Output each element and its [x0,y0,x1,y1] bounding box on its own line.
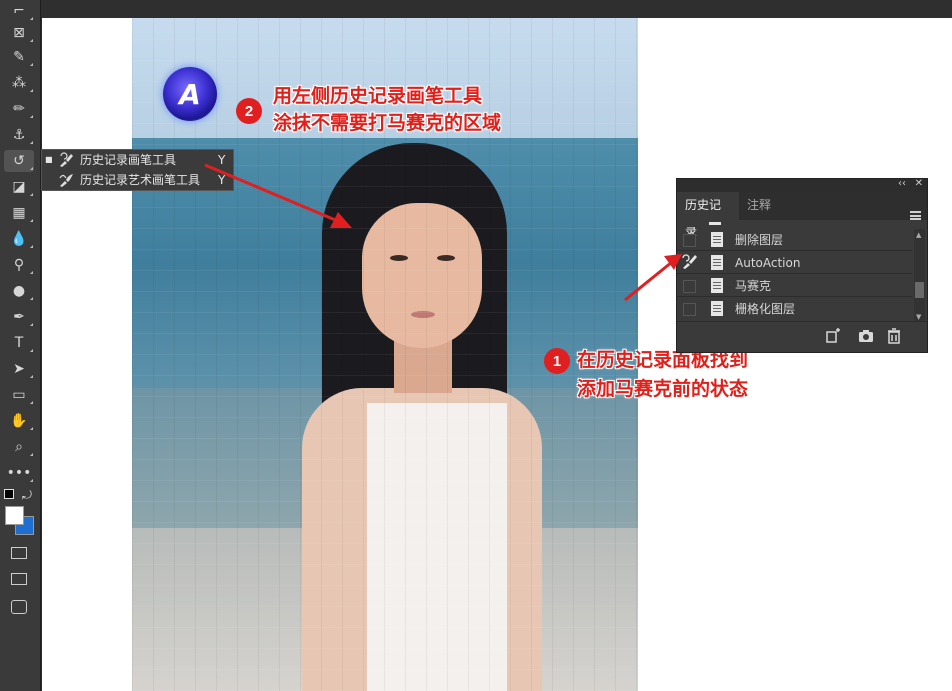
panel-footer [677,321,927,352]
step-2-badge: 2 [236,98,262,124]
screen-mode-icon[interactable] [11,573,27,585]
step-2-line-2: 涂抹不需要打马赛克的区域 [273,112,502,134]
history-scrollbar[interactable]: ▲ ▼ [914,229,925,321]
tool-group-corner-icon [30,245,33,248]
gradient-tool-icon[interactable]: ▦ [4,202,34,224]
tool-group-corner-icon [30,193,33,196]
history-state-icon [711,301,723,316]
tool-group-corner-icon [30,141,33,144]
tool-group-corner-icon [30,323,33,326]
scroll-down-icon[interactable]: ▼ [916,313,921,321]
flyout-item-label: 历史记录画笔工具 [80,153,177,167]
flyout-shortcut: Y [218,173,226,187]
tool-group-corner-icon [30,349,33,352]
tool-group-corner-icon [30,401,33,404]
dodge-tool-icon[interactable]: ● [4,280,34,302]
spot-healing-tool-icon[interactable]: ⁂ [4,72,34,94]
tool-group-corner-icon [30,167,33,170]
tool-group-corner-icon [30,297,33,300]
scrollbar-thumb[interactable] [915,282,924,298]
quick-mask-icon[interactable] [11,547,27,559]
history-source-checkbox[interactable] [683,303,696,316]
sponge-tool-icon[interactable]: ⚲ [4,254,34,276]
tools-panel: ⌐ ⊠ ✎ ⁂ ✏ ⚓ ↺ ◪ ▦ 💧 ⚲ ● ✒ T ➤ ▭ ✋ ⌕ ••• ⤾ [0,0,41,691]
new-document-from-state-icon[interactable] [825,327,843,345]
step-2-line-1: 用左侧历史记录画笔工具 [273,85,483,107]
flyout-item-history-brush[interactable]: ■ 历史记录画笔工具 Y [42,150,232,170]
path-selection-tool-icon[interactable]: ➤ [4,358,34,380]
crop-tool-icon[interactable]: ⌐ [4,0,34,22]
pen-tool-icon[interactable]: ✒ [4,306,34,328]
brand-logo: A [163,67,217,121]
rectangle-tool-icon[interactable]: ▭ [4,384,34,406]
clone-stamp-tool-icon[interactable]: ⚓ [4,124,34,146]
default-colors-icon[interactable] [4,489,14,499]
history-state-row[interactable]: AutoAction [677,252,912,274]
brush-tool-icon[interactable]: ✏ [4,98,34,120]
frame-tool-icon[interactable]: ⊠ [4,22,34,44]
flyout-item-art-history-brush[interactable]: 历史记录艺术画笔工具 Y [42,170,232,190]
history-state-icon [711,232,723,247]
hand-tool-icon[interactable]: ✋ [4,410,34,432]
history-state-row[interactable]: 栅格化图层 [677,298,912,320]
history-source-checkbox[interactable] [683,234,696,247]
new-snapshot-camera-icon[interactable] [857,327,875,345]
zoom-tool-icon[interactable]: ⌕ [4,436,34,458]
history-state-label: 栅格化图层 [735,302,796,316]
tool-group-corner-icon [30,219,33,222]
tool-group-corner-icon [30,17,33,20]
scroll-up-icon[interactable]: ▲ [916,231,921,239]
history-panel: ‹‹ ✕ 历史记录 注释 删除图层 AutoAction 马赛克 栅格化图层 ▲… [676,178,928,353]
collapse-panel-icon[interactable]: ‹‹ [898,178,906,189]
history-state-label: 删除图层 [735,233,784,247]
selected-dot-icon: ■ [45,155,53,164]
tool-group-corner-icon [30,115,33,118]
history-state-icon [711,255,723,270]
history-state-icon [711,278,723,293]
flyout-item-label: 历史记录艺术画笔工具 [80,173,201,187]
history-brush-tool-icon[interactable]: ↺ [4,150,34,172]
tool-group-corner-icon [30,453,33,456]
eyedropper-tool-icon[interactable]: ✎ [4,46,34,68]
tool-group-corner-icon [30,375,33,378]
step-1-badge: 1 [544,348,570,374]
history-source-checkbox[interactable] [683,280,696,293]
eraser-tool-icon[interactable]: ◪ [4,176,34,198]
close-panel-icon[interactable]: ✕ [915,178,923,189]
foreground-color-swatch[interactable] [5,506,24,525]
history-brush-source-icon[interactable] [680,253,698,271]
step-1-line-2: 添加马赛克前的状态 [577,378,749,400]
tab-notes[interactable]: 注释 [739,192,779,220]
flyout-shortcut: Y [218,153,226,167]
tool-group-corner-icon [30,63,33,66]
more-tools-icon[interactable]: ••• [4,462,34,484]
delete-state-trash-icon[interactable] [885,327,903,345]
tool-group-corner-icon [30,479,33,482]
swap-colors-icon[interactable]: ⤾ [22,488,32,503]
art-history-brush-icon [59,174,73,187]
document-tab-strip [41,0,952,18]
tool-group-corner-icon [30,39,33,42]
type-tool-icon[interactable]: T [4,332,34,354]
tab-history[interactable]: 历史记录 [677,192,739,238]
history-state-label: AutoAction [735,256,801,270]
history-brush-flyout-menu: ■ 历史记录画笔工具 Y 历史记录艺术画笔工具 Y [41,149,234,191]
panel-tabs: 历史记录 注释 [677,192,927,238]
history-state-row[interactable]: 马赛克 [677,275,912,297]
panel-title-bar[interactable]: ‹‹ ✕ [677,178,927,192]
blur-tool-icon[interactable]: 💧 [4,228,34,250]
tool-group-corner-icon [30,271,33,274]
history-state-row[interactable]: 删除图层 [677,229,912,251]
history-state-label: 马赛克 [735,279,772,293]
edit-toolbar-icon[interactable] [11,600,27,614]
tool-group-corner-icon [30,89,33,92]
panel-menu-icon[interactable] [910,211,921,220]
history-brush-icon [60,152,73,167]
tool-group-corner-icon [30,427,33,430]
